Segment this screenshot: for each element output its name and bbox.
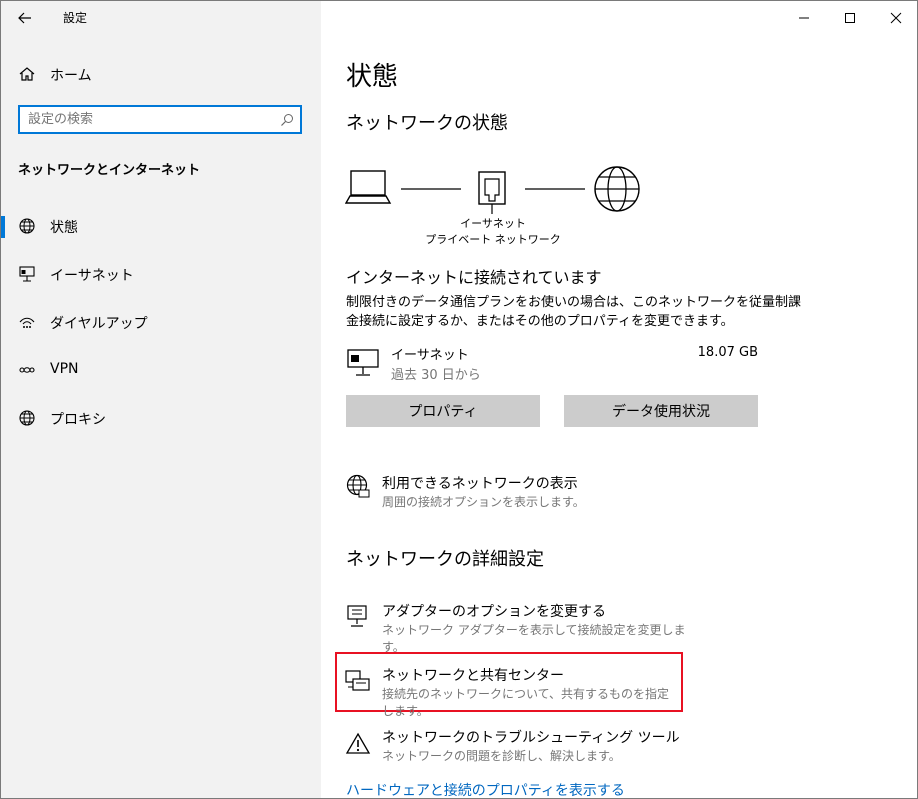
sidebar-item-label: 状態 [50,220,78,236]
sidebar-item-proxy[interactable]: プロキシ [1,399,321,439]
adapter-period: 過去 30 日から [391,368,481,383]
sidebar-item-vpn[interactable]: VPN [1,351,321,391]
warning-icon [345,732,371,754]
diagram-label-line1: イーサネット [460,217,526,230]
connected-description-line2: 金接続に設定するか、またはその他のプロパティを変更できます。 [346,314,734,329]
search-box[interactable] [18,105,302,134]
sidebar-item-label: ホーム [50,68,92,84]
adapter-options-row[interactable]: アダプターのオプションを変更する ネットワーク アダプターを表示して接続設定を変… [341,597,701,654]
sidebar: 設定 ホーム ネットワークとインターネット 状態 イーサネット ダイヤルアップ … [1,1,321,798]
globe-icon [19,218,35,234]
internet-globe-icon [594,166,640,212]
troubleshooter-subtitle: ネットワークの問題を診断し、解決します。 [382,749,621,763]
sharing-center-row[interactable]: ネットワークと共有センター 接続先のネットワークについて、共有するものを指定しま… [341,661,681,718]
sidebar-item-status[interactable]: 状態 [1,207,321,247]
home-icon [19,67,35,81]
sharing-center-subtitle: 接続先のネットワークについて、共有するものを指定します。 [382,687,670,718]
available-networks-subtitle: 周囲の接続オプションを表示します。 [382,495,585,509]
back-arrow-icon [18,12,31,24]
diagram-label-line2: プライベート ネットワーク [425,233,561,246]
search-icon [281,114,293,126]
adapter-options-title: アダプターのオプションを変更する [382,604,606,620]
globe-icon [19,410,35,426]
sharing-center-title: ネットワークと共有センター [382,668,564,684]
page-title: 状態 [346,62,399,92]
window-title: 設定 [63,11,88,25]
ethernet-icon [19,266,35,282]
adapter-options-subtitle: ネットワーク アダプターを表示して接続設定を変更します。 [382,623,686,654]
ethernet-adapter-icon [347,349,379,376]
network-diagram [345,166,640,214]
connected-heading: インターネットに接続されています [346,268,602,287]
troubleshooter-row[interactable]: ネットワークのトラブルシューティング ツール ネットワークの問題を診断し、解決し… [341,725,701,769]
minimize-button[interactable] [781,1,827,35]
minimize-icon [799,17,809,19]
properties-button[interactable]: プロパティ [346,395,540,427]
sidebar-item-label: イーサネット [50,268,134,284]
main-content: 状態 ネットワークの状態 イーサネット プライベート ネットワーク インターネッ… [321,1,917,798]
sharing-center-icon [345,670,370,691]
adapter-name: イーサネット [391,348,469,363]
dialup-icon [19,317,35,328]
maximize-icon [845,13,855,23]
sidebar-item-dialup[interactable]: ダイヤルアップ [1,303,321,343]
troubleshooter-title: ネットワークのトラブルシューティング ツール [382,730,680,746]
router-icon [478,171,506,214]
selection-indicator [1,216,5,238]
laptop-icon [345,170,392,204]
adapter-monitor-icon [347,605,367,627]
available-networks-title: 利用できるネットワークの表示 [382,476,578,492]
settings-window: 設定 ホーム ネットワークとインターネット 状態 イーサネット ダイヤルアップ … [0,0,918,799]
connected-description-line1: 制限付きのデータ通信プランをお使いの場合は、このネットワークを従量制課 [346,295,802,310]
search-input[interactable] [28,109,268,129]
sidebar-section-title: ネットワークとインターネット [18,163,201,178]
network-globe-icon [346,474,370,498]
sidebar-item-label: ダイヤルアップ [50,316,148,332]
sidebar-item-home[interactable]: ホーム [1,55,321,95]
close-button[interactable] [873,1,917,35]
back-button[interactable] [9,3,41,33]
vpn-icon [19,367,35,373]
sidebar-item-label: プロキシ [50,412,106,428]
data-usage-button[interactable]: データ使用状況 [564,395,758,427]
sidebar-item-ethernet[interactable]: イーサネット [1,255,321,295]
available-networks-row[interactable]: 利用できるネットワークの表示 周囲の接続オプションを表示します。 [341,469,701,513]
close-icon [890,12,902,24]
adapter-usage: 18.07 GB [697,345,758,360]
network-status-heading: ネットワークの状態 [346,113,508,134]
hardware-properties-link[interactable]: ハードウェアと接続のプロパティを表示する [346,780,625,798]
sidebar-item-label: VPN [50,361,79,377]
advanced-settings-heading: ネットワークの詳細設定 [346,549,544,570]
maximize-button[interactable] [827,1,873,35]
